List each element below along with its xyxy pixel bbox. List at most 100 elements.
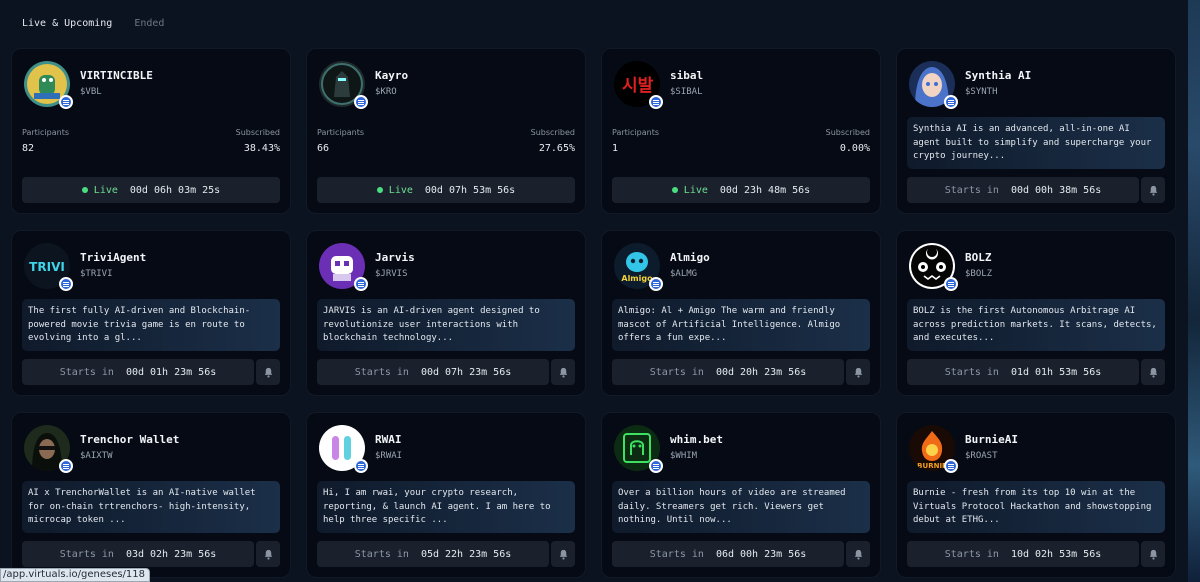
countdown-timer: 00d 23h 48m 56s [719,184,811,196]
genesis-card-grid: VIRTINCIBLE $VBL Participants Subscribed … [11,48,1176,578]
agent-name: VIRTINCIBLE [80,69,153,82]
genesis-card[interactable]: 시발 sibal $SIBAL Participants Subscribed 1 … [601,48,881,214]
link-status-tooltip: /app.virtuals.io/geneses/118 [0,568,151,582]
notify-bell-button[interactable] [551,541,575,567]
countdown-timer: 00d 01h 23m 56s [125,366,217,378]
countdown-timer: 00d 07h 53m 56s [424,184,516,196]
agent-ticker: $AIXTW [80,451,113,461]
bell-icon [558,545,569,564]
agent-description: BOLZ is the first Autonomous Arbitrage A… [907,299,1165,351]
genesis-card[interactable]: BURNIE BurnieAI $ROAST Burnie - fresh from … [896,412,1176,578]
agent-ticker: $KRO [375,87,397,97]
agent-name: Almigo [670,251,710,264]
starts-in-bar: Starts in 00d 01h 23m 56s [22,359,254,385]
tab-ended[interactable]: Ended [134,18,164,29]
base-chain-badge-icon [944,95,958,109]
participants-label: Participants [317,128,364,137]
agent-ticker: $ALMG [670,269,698,279]
genesis-card[interactable]: Trenchor Wallet $AIXTW AI x TrenchorWallet… [11,412,291,578]
subscribed-value: 0.00% [839,143,870,154]
starts-in-bar: Starts in 03d 02h 23m 56s [22,541,254,567]
live-label: Live [93,184,118,196]
agent-name: RWAI [375,433,402,446]
base-chain-badge-icon [649,277,663,291]
notify-bell-button[interactable] [846,359,870,385]
stats-values: 1 0.00% [612,143,870,154]
svg-text:시발: 시발 [622,76,654,96]
agent-ticker: $VBL [80,87,102,97]
live-timer-bar[interactable]: Live 00d 23h 48m 56s [612,177,870,203]
subscribed-value: 27.65% [538,143,575,154]
agent-name: BOLZ [965,251,992,264]
base-chain-badge-icon [649,459,663,473]
bell-icon [1148,363,1159,382]
agent-name: Jarvis [375,251,415,264]
agent-description: Burnie - fresh from its top 10 win at th… [907,481,1165,533]
base-chain-badge-icon [354,277,368,291]
participants-value: 66 [317,143,330,154]
starts-in-bar: Starts in 01d 01h 53m 56s [907,359,1139,385]
participants-label: Participants [22,128,69,137]
subscribed-label: Subscribed [530,128,575,137]
agent-ticker: $SYNTH [965,87,998,97]
countdown-timer: 03d 02h 23m 56s [125,548,217,560]
genesis-card[interactable]: RWAI $RWAI Hi, I am rwai, your crypto rese… [306,412,586,578]
starts-in-bar: Starts in 05d 22h 23m 56s [317,541,549,567]
notify-bell-button[interactable] [1141,177,1165,203]
bell-icon [1148,545,1159,564]
svg-text:BURNIE: BURNIE [917,462,947,470]
starts-in-label: Starts in [649,548,704,560]
agent-ticker: $BOLZ [965,269,993,279]
subscribed-label: Subscribed [825,128,870,137]
background-image-edge [1188,0,1200,582]
countdown-timer: 01d 01h 53m 56s [1010,366,1102,378]
agent-ticker: $JRVIS [375,269,408,279]
genesis-card[interactable]: Almigo Almigo $ALMG Almigo: Al + Amigo The … [601,230,881,396]
countdown-timer: 00d 07h 23m 56s [420,366,512,378]
agent-ticker: $SIBAL [670,87,703,97]
genesis-card[interactable]: VIRTINCIBLE $VBL Participants Subscribed … [11,48,291,214]
notify-bell-button[interactable] [256,541,280,567]
live-timer-bar[interactable]: Live 00d 06h 03m 25s [22,177,280,203]
participants-value: 82 [22,143,35,154]
agent-ticker: $RWAI [375,451,403,461]
agent-name: whim.bet [670,433,723,446]
notify-bell-button[interactable] [846,541,870,567]
base-chain-badge-icon [944,459,958,473]
starts-in-label: Starts in [354,548,409,560]
live-dot-icon [671,187,678,193]
countdown-timer: 00d 00h 38m 56s [1010,184,1102,196]
genesis-card[interactable]: whim.bet $WHIM Over a billion hours of vid… [601,412,881,578]
starts-in-bar: Starts in 00d 07h 23m 56s [317,359,549,385]
agent-description: Almigo: Al + Amigo The warm and friendly… [612,299,870,351]
starts-in-bar: Starts in 06d 00h 23m 56s [612,541,844,567]
agent-ticker: $TRIVI [80,269,113,279]
genesis-card[interactable]: Jarvis $JRVIS JARVIS is an AI-driven agent… [306,230,586,396]
starts-in-label: Starts in [59,366,114,378]
participants-value: 1 [612,143,619,154]
notify-bell-button[interactable] [1141,359,1165,385]
countdown-timer: 00d 20h 23m 56s [715,366,807,378]
bell-icon [263,545,274,564]
stats-labels: Participants Subscribed [317,128,575,137]
agent-ticker: $ROAST [965,451,998,461]
live-timer-bar[interactable]: Live 00d 07h 53m 56s [317,177,575,203]
genesis-card[interactable]: Kayro $KRO Participants Subscribed 66 27.… [306,48,586,214]
notify-bell-button[interactable] [551,359,575,385]
agent-description: Synthia AI is an advanced, all-in-one AI… [907,117,1165,169]
stats-values: 82 38.43% [22,143,280,154]
base-chain-badge-icon [354,95,368,109]
agent-description: AI x TrenchorWallet is an AI-native wall… [22,481,280,533]
countdown-timer: 05d 22h 23m 56s [420,548,512,560]
genesis-card[interactable]: Synthia AI $SYNTH Synthia AI is an advance… [896,48,1176,214]
notify-bell-button[interactable] [256,359,280,385]
genesis-card[interactable]: BOLZ $BOLZ BOLZ is the first Autonomous Ar… [896,230,1176,396]
notify-bell-button[interactable] [1141,541,1165,567]
subscribed-label: Subscribed [235,128,280,137]
agent-name: TriviAgent [80,251,147,264]
starts-in-label: Starts in [944,184,999,196]
subscribed-value: 38.43% [243,143,280,154]
live-dot-icon [81,187,88,193]
tab-live-upcoming[interactable]: Live & Upcoming [22,18,112,29]
genesis-card[interactable]: TRIVI TriviAgent $TRIVI The first fully AI-… [11,230,291,396]
